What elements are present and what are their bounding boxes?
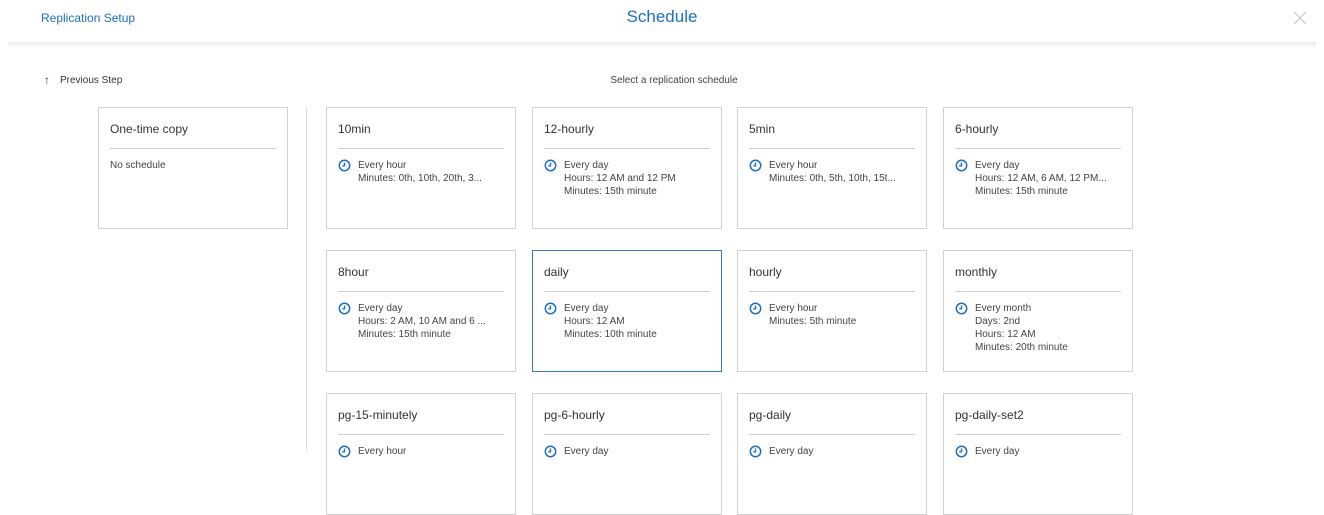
schedule-frequency: Every hour [358,160,407,171]
clock-icon [749,302,762,315]
page-title: Schedule [626,7,698,26]
card-title: 5min [749,122,776,136]
card-body: Every month Days: 2nd Hours: 12 AM Minutes:… [955,302,1124,354]
card-desc: No schedule [110,160,166,171]
card-divider [544,434,710,435]
schedule-frequency: Every day [358,303,403,314]
card-title: monthly [955,265,998,279]
schedule-frequency: Every day [769,446,814,457]
schedule-detail: Days: 2nd [975,316,1021,327]
schedule-card-5min[interactable]: 5min Every hour Minutes: 0th, 5th, 10th, 1… [737,107,927,229]
card-title: 8hour [338,265,369,279]
card-title: pg-6-hourly [544,408,605,422]
card-title: 6-hourly [955,122,999,136]
clock-icon [544,159,557,172]
card-body: Every day Hours: 12 AM, 6 AM, 12 PM... Min… [955,159,1124,198]
card-divider [749,148,915,149]
card-divider [749,434,915,435]
schedule-detail: Minutes: 15th minute [564,186,657,197]
schedule-frequency: Every day [975,160,1020,171]
card-divider [955,148,1121,149]
schedule-card-pg-6-hourly[interactable]: pg-6-hourly Every day [532,393,722,515]
schedule-detail: Hours: 12 AM, 6 AM, 12 PM... [975,173,1107,184]
card-body: Every day Hours: 12 AM and 12 PM Minutes: … [544,159,713,198]
schedule-frequency: Every hour [769,303,818,314]
card-divider [110,148,276,149]
section-subtitle: Select a replication schedule [610,75,738,86]
card-divider [544,148,710,149]
clock-icon [338,302,351,315]
schedule-card-pg-daily[interactable]: pg-daily Every day [737,393,927,515]
schedule-frequency: Every day [975,446,1020,457]
vertical-divider [306,107,307,450]
card-body: Every day [749,445,918,458]
card-body: Every hour Minutes: 5th minute [749,302,918,328]
schedule-card-12-hourly[interactable]: 12-hourly Every day Hours: 12 AM and 12 PM… [532,107,722,229]
header-shadow [8,42,1316,48]
close-icon[interactable] [1292,10,1308,26]
schedule-frequency: Every day [564,446,609,457]
card-title: hourly [749,265,782,279]
clock-icon [955,159,968,172]
card-body: Every day [544,445,713,458]
schedule-frequency: Every month [975,303,1032,314]
card-divider [955,434,1121,435]
schedule-frequency: Every day [564,303,609,314]
schedule-card-10min[interactable]: 10min Every hour Minutes: 0th, 10th, 20th,… [326,107,516,229]
clock-icon [544,445,557,458]
card-title: pg-daily [749,408,792,422]
schedule-card-daily[interactable]: daily Every day Hours: 12 AM Minutes: 10th … [532,250,722,372]
clock-icon [749,159,762,172]
card-body: Every day Hours: 2 AM, 10 AM and 6 ... Min… [338,302,507,341]
schedule-detail: Minutes: 20th minute [975,342,1068,353]
card-divider [749,291,915,292]
schedule-card-hourly[interactable]: hourly Every hour Minutes: 5th minute [737,250,927,372]
card-divider [338,291,504,292]
schedule-detail: Hours: 12 AM and 12 PM [564,173,676,184]
clock-icon [338,445,351,458]
schedule-card-monthly[interactable]: monthly Every month Days: 2nd Hours: 12 AM M… [943,250,1133,372]
schedule-detail: Hours: 2 AM, 10 AM and 6 ... [358,316,486,327]
card-body: Every hour Minutes: 0th, 5th, 10th, 15t..… [749,159,918,185]
top-bar: Replication Setup Schedule [0,0,1324,44]
one-time-copy-card[interactable]: One-time copy No schedule [98,107,288,229]
card-title: daily [544,265,569,279]
clock-icon [955,445,968,458]
schedule-card-8hour[interactable]: 8hour Every day Hours: 2 AM, 10 AM and 6 .… [326,250,516,372]
card-title: pg-daily-set2 [955,408,1024,422]
card-title: 10min [338,122,371,136]
card-divider [955,291,1121,292]
card-body: Every day [955,445,1124,458]
schedule-detail: Minutes: 5th minute [769,316,857,327]
schedule-frequency: Every day [564,160,609,171]
schedule-card-6-hourly[interactable]: 6-hourly Every day Hours: 12 AM, 6 AM, 12 … [943,107,1133,229]
clock-icon [749,445,762,458]
card-divider [338,148,504,149]
schedule-card-pg-daily-set2[interactable]: pg-daily-set2 Every day [943,393,1133,515]
clock-icon [338,159,351,172]
schedule-detail: Minutes: 10th minute [564,329,657,340]
schedule-frequency: Every hour [358,446,407,457]
card-body: Every day Hours: 12 AM Minutes: 10th minut… [544,302,713,341]
schedule-detail: Hours: 12 AM [564,316,625,327]
card-title: pg-15-minutely [338,408,418,422]
schedule-frequency: Every hour [769,160,818,171]
schedule-detail: Minutes: 0th, 5th, 10th, 15t... [769,173,896,184]
schedule-detail: Minutes: 15th minute [358,329,451,340]
card-body: No schedule [110,159,279,172]
card-body: Every hour [338,445,507,458]
clock-icon [544,302,557,315]
schedule-card-pg-15-minutely[interactable]: pg-15-minutely Every hour [326,393,516,515]
card-title: One-time copy [110,122,189,136]
card-body: Every hour Minutes: 0th, 10th, 20th, 3... [338,159,507,185]
schedule-detail: Minutes: 0th, 10th, 20th, 3... [358,173,482,184]
schedule-detail: Hours: 12 AM [975,329,1036,340]
card-divider [544,291,710,292]
clock-icon [955,302,968,315]
schedule-detail: Minutes: 15th minute [975,186,1068,197]
card-divider [338,434,504,435]
card-title: 12-hourly [544,122,595,136]
